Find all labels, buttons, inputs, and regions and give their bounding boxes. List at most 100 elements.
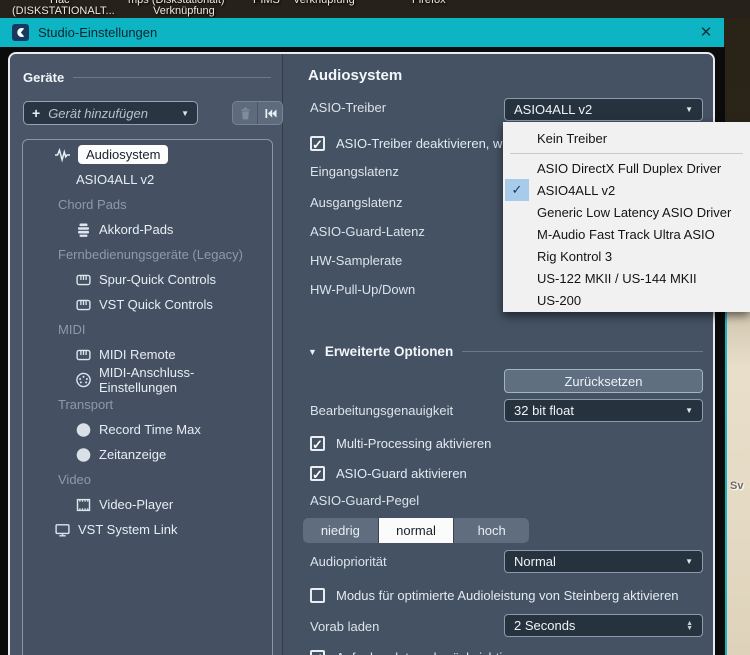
triangle-down-icon: ▼	[308, 346, 317, 357]
tree-item-label: ASIO4ALL v2	[76, 172, 155, 187]
desktop-background: Sv	[724, 18, 750, 655]
devices-sidebar: Geräte + Gerät hinzufügen ▼ Audiosystem …	[10, 54, 283, 655]
guard-level-segment-niedrig[interactable]: niedrig	[303, 518, 378, 543]
tree-item-midi-remote[interactable]: MIDI Remote	[23, 342, 272, 367]
steinberg-power-checkbox[interactable]	[310, 587, 325, 603]
advanced-options-label: Erweiterte Optionen	[324, 344, 454, 359]
preload-label: Vorab laden	[310, 619, 380, 634]
menu-item-generic-low-latency-asio-driver[interactable]: Generic Low Latency ASIO Driver	[503, 201, 750, 223]
device-tree: Audiosystem ASIO4ALL v2 Chord Pads Akkord-P…	[22, 139, 273, 655]
chevron-down-icon: ▼	[181, 108, 189, 118]
menu-item-label: Rig Kontrol 3	[537, 248, 613, 264]
tree-item-spur-quick-controls[interactable]: Spur-Quick Controls	[23, 267, 272, 292]
skip-to-start-icon	[264, 108, 276, 118]
keyboard-icon	[75, 347, 93, 363]
guard-level-segment-hoch[interactable]: hoch	[454, 518, 529, 543]
tree-item-vst-quick-controls[interactable]: VST Quick Controls	[23, 292, 272, 317]
asio-driver-menu: Kein Treiber ASIO DirectX Full Duplex Dri…	[503, 122, 750, 312]
scroll-to-selected-button[interactable]	[258, 102, 282, 124]
menu-item-label: ASIO DirectX Full Duplex Driver	[537, 160, 722, 176]
tree-item-audiosystem[interactable]: Audiosystem	[23, 142, 272, 167]
desktop-icon-label[interactable]: (DISKSTATIONALT...	[12, 5, 115, 17]
menu-item-m-audio-fast-track-ultra-asio[interactable]: M-Audio Fast Track Ultra ASIO	[503, 223, 750, 245]
add-device-label: Gerät hinzufügen	[48, 105, 148, 121]
processing-precision-label: Bearbeitungsgenauigkeit	[310, 403, 454, 418]
tree-item-label: MIDI-Anschluss-Einstellungen	[98, 364, 195, 395]
stepper-arrows-icon[interactable]: ▲ ▼	[686, 620, 693, 632]
tree-item-zeitanzeige[interactable]: Zeitanzeige	[23, 442, 272, 467]
tree-item-vst-system-link[interactable]: VST System Link	[23, 517, 272, 542]
midi-din-icon	[75, 372, 93, 388]
steinberg-logo-icon	[12, 24, 29, 41]
desktop-icon-label[interactable]: Verknüpfung	[153, 5, 215, 17]
menu-item-asio4all-v2[interactable]: ✓ ASIO4ALL v2	[503, 179, 750, 201]
delete-device-button[interactable]	[233, 102, 257, 124]
multi-processing-row: ✓ Multi-Processing aktivieren	[310, 432, 491, 454]
menu-item-asio-directx-full-duplex-driver[interactable]: ASIO DirectX Full Duplex Driver	[503, 157, 750, 179]
menu-item-us-122-mkii-us-144-mkii[interactable]: US-122 MKII / US-144 MKII	[503, 267, 750, 289]
desktop-background: Hac mps (Diskstationalt) PIMS Verknüpfun…	[0, 0, 750, 18]
close-icon[interactable]: ✕	[694, 22, 718, 43]
asio-guard-level-label: ASIO-Guard-Pegel	[310, 493, 420, 508]
tree-item-akkord-pads[interactable]: Akkord-Pads	[23, 217, 272, 242]
release-driver-checkbox[interactable]: ✓	[310, 135, 325, 151]
tree-item-asio4all-v2[interactable]: ASIO4ALL v2	[23, 167, 272, 192]
desktop-icon-label[interactable]: Firefox	[412, 0, 446, 6]
asio-guard-latency-label: ASIO-Guard-Latenz	[310, 224, 425, 239]
reset-button[interactable]: Zurücksetzen	[504, 369, 703, 393]
tree-category-label: MIDI	[58, 322, 86, 337]
preload-value: 2 Seconds	[514, 618, 576, 633]
record-latency-label: Aufnahmelatenz berücksichtigen	[336, 650, 524, 655]
menu-item-us-200[interactable]: US-200	[503, 289, 750, 311]
release-driver-row: ✓ ASIO-Treiber deaktivieren, we	[310, 132, 510, 154]
tree-item-midi-anschluss-einstellungen[interactable]: MIDI-Anschluss-Einstellungen	[23, 364, 272, 395]
tree-item-record-time-max[interactable]: Record Time Max	[23, 417, 272, 442]
window-title: Studio-Einstellungen	[38, 25, 158, 40]
preload-stepper[interactable]: 2 Seconds ▲ ▼	[504, 614, 703, 637]
tree-category-label: Transport	[58, 397, 114, 412]
clock-icon	[75, 422, 93, 438]
tree-item-label: Record Time Max	[99, 422, 201, 437]
tree-item-video-player[interactable]: Video-Player	[23, 492, 272, 517]
trash-icon	[240, 107, 250, 119]
titlebar[interactable]: Studio-Einstellungen ✕	[0, 18, 724, 47]
waveform-icon	[54, 147, 72, 163]
hw-samplerate-label: HW-Samplerate	[310, 253, 403, 268]
output-latency-label: Ausgangslatenz	[310, 195, 403, 210]
processing-precision-dropdown[interactable]: 32 bit float ▼	[504, 399, 703, 422]
monitor-icon	[54, 522, 72, 538]
desktop-icon-label[interactable]: PIMS	[253, 0, 280, 6]
guard-level-segment-normal[interactable]: normal	[378, 518, 454, 543]
asio-driver-dropdown[interactable]: ASIO4ALL v2 ▼	[504, 98, 703, 121]
chevron-down-icon: ▼	[685, 105, 693, 114]
menu-item-label: Kein Treiber	[537, 130, 608, 146]
menu-item-rig-kontrol-3[interactable]: Rig Kontrol 3	[503, 245, 750, 267]
tree-category-label: Fernbedienungsgeräte (Legacy)	[58, 247, 244, 262]
steinberg-power-label: Modus für optimierte Audioleistung von S…	[336, 587, 679, 603]
processing-precision-value: 32 bit float	[514, 403, 574, 418]
tree-category-midi: MIDI	[23, 317, 272, 342]
menu-item-label: US-122 MKII / US-144 MKII	[537, 270, 697, 286]
film-icon	[75, 497, 93, 513]
advanced-options-header[interactable]: ▼ Erweiterte Optionen	[308, 344, 703, 359]
desktop-icon-label[interactable]: Verknüpfung	[293, 0, 355, 6]
menu-item-kein-treiber[interactable]: Kein Treiber	[503, 127, 750, 149]
panel-title: Audiosystem	[308, 67, 403, 84]
input-latency-label: Eingangslatenz	[310, 164, 399, 179]
tree-item-label: VST Quick Controls	[99, 297, 213, 312]
audio-priority-dropdown[interactable]: Normal ▼	[504, 550, 703, 573]
clock-icon	[75, 447, 93, 463]
add-device-button[interactable]: + Gerät hinzufügen ▼	[23, 101, 198, 125]
asio-guard-checkbox[interactable]: ✓	[310, 465, 325, 481]
record-latency-checkbox[interactable]: ✓	[310, 649, 325, 655]
tree-category-fernbedienungsger-te-legacy: Fernbedienungsgeräte (Legacy)	[23, 242, 272, 267]
asio-driver-value: ASIO4ALL v2	[514, 102, 593, 117]
menu-item-label: Generic Low Latency ASIO Driver	[537, 204, 732, 220]
tree-item-label: Audiosystem	[78, 145, 169, 164]
multi-processing-checkbox[interactable]: ✓	[310, 435, 325, 451]
menu-item-label: ASIO4ALL v2	[537, 182, 616, 198]
tree-item-label: Akkord-Pads	[99, 222, 174, 237]
hw-pullupdown-label: HW-Pull-Up/Down	[310, 282, 416, 297]
steinberg-power-row: Modus für optimierte Audioleistung von S…	[310, 584, 679, 606]
keyboard-icon	[75, 272, 93, 288]
